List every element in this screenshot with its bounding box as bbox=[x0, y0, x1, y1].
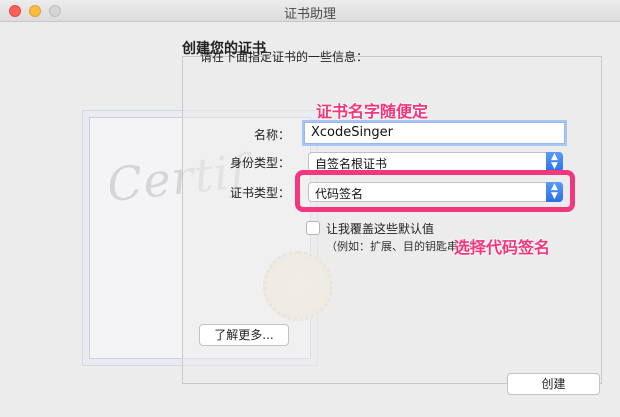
updown-arrow-icon: ▲ ▼ bbox=[546, 152, 563, 172]
name-input[interactable]: XcodeSinger bbox=[304, 122, 565, 144]
identity-type-value: 自签名根证书 bbox=[315, 157, 388, 171]
identity-type-label: 身份类型： bbox=[229, 156, 290, 170]
cert-type-label: 证书类型： bbox=[229, 186, 290, 200]
name-label: 名称： bbox=[253, 128, 290, 142]
window-title: 证书助理 bbox=[283, 7, 336, 22]
instruction-text: 请在下面指定证书的一些信息： bbox=[200, 50, 369, 64]
highlight-box bbox=[295, 170, 575, 212]
create-button[interactable]: 创建 bbox=[507, 373, 600, 395]
override-checkbox[interactable] bbox=[306, 221, 320, 235]
window-content: 创建您的证书 Certif bbox=[0, 22, 620, 417]
annotation-name-note: 证书名字随便定 bbox=[316, 102, 429, 121]
annotation-type-note: 选择代码签名 bbox=[454, 238, 551, 257]
override-label: 让我覆盖这些默认值 bbox=[326, 222, 435, 236]
title-bar: 证书助理 bbox=[0, 0, 620, 22]
learn-more-button[interactable]: 了解更多... bbox=[199, 324, 289, 346]
identity-type-select[interactable]: 自签名根证书 ▲ ▼ bbox=[308, 152, 563, 172]
